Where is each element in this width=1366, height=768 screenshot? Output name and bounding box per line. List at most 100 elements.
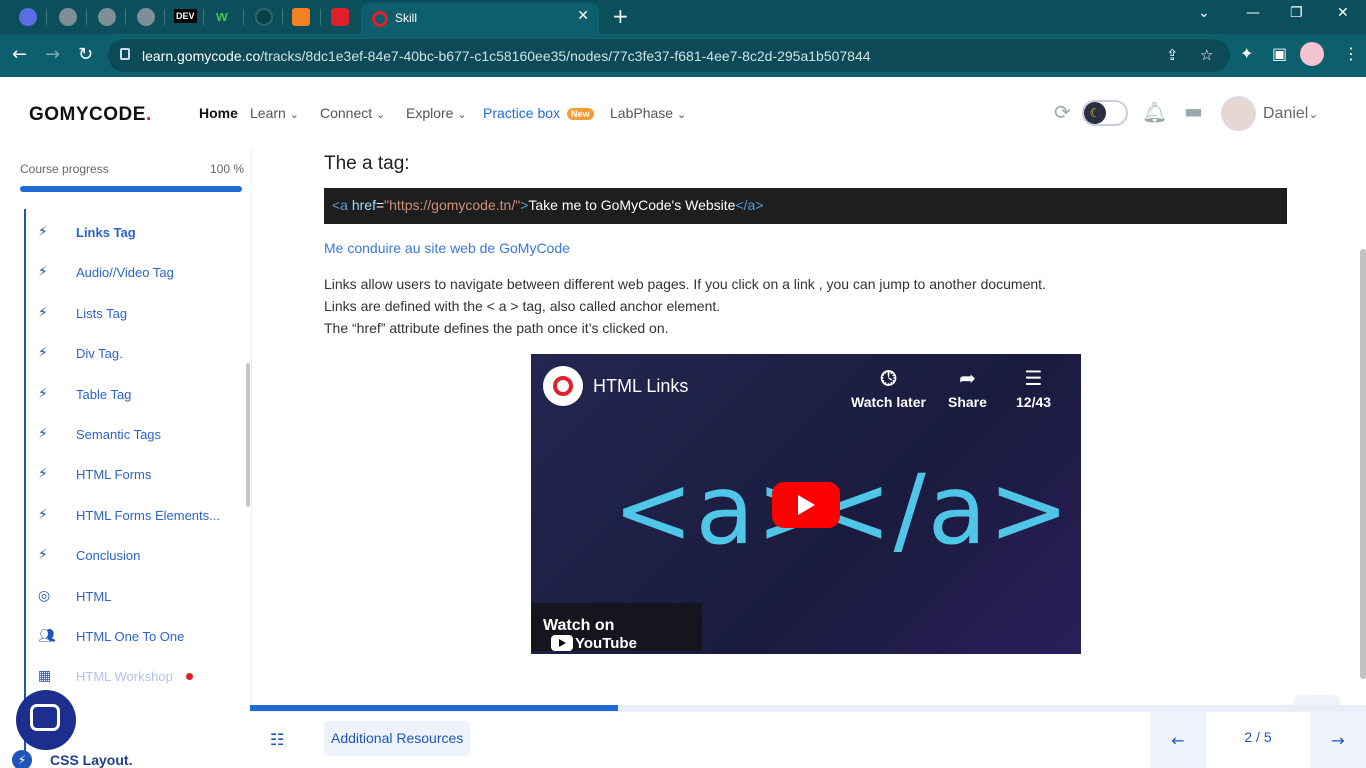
next-button[interactable]: →	[1310, 712, 1366, 768]
sidebar-item-label: HTML One To One	[76, 629, 185, 644]
target-icon: ◎	[38, 587, 51, 604]
forward-button[interactable]: →	[45, 44, 60, 65]
restore-button[interactable]: ❐	[1290, 5, 1303, 21]
share-button[interactable]: ➦ Share	[948, 366, 987, 410]
dev-tab-favicon[interactable]: DEV	[174, 9, 197, 23]
youtube-embed[interactable]: HTML Links 🕓︎ Watch later ➦ Share ☰ 12/43 <…	[531, 354, 1081, 654]
address-bar[interactable]: learn.gomycode.co/tracks/8dc1e3ef-84e7-4…	[108, 39, 1230, 72]
sidebar-item[interactable]: ▦ HTML Workshop	[24, 656, 234, 696]
sidebar-item[interactable]: ⚡︎ HTML Forms	[24, 454, 234, 494]
sidebar-item-label: Table Tag	[76, 386, 132, 402]
channel-logo[interactable]	[543, 366, 583, 406]
people-icon: 👥︎	[38, 628, 56, 644]
url-text[interactable]: learn.gomycode.co/tracks/8dc1e3ef-84e7-4…	[142, 48, 871, 64]
sidebar-item-label: Conclusion	[76, 548, 141, 564]
gomycode-logo[interactable]: GOMYCODE.	[29, 104, 152, 126]
example-link[interactable]: Me conduire au site web de GoMyCode	[324, 240, 570, 256]
globe-icon[interactable]	[98, 8, 116, 26]
content-scrollbar[interactable]	[1360, 249, 1366, 679]
close-icon[interactable]: ✕	[577, 8, 589, 24]
nav-learn[interactable]: Learn ⌄	[250, 105, 299, 121]
globe-icon[interactable]	[137, 8, 155, 26]
bolt-icon: ⚡︎	[38, 385, 48, 402]
nav-explore-label: Explore	[406, 105, 454, 121]
lock-icon[interactable]	[120, 48, 130, 60]
playlist-button[interactable]: ☰ 12/43	[1016, 366, 1051, 410]
reload-button[interactable]: ↻	[78, 44, 93, 65]
bolt-icon: ⚡︎	[38, 506, 48, 523]
workshop-icon: ▦	[38, 668, 52, 685]
nav-explore[interactable]: Explore ⌄	[406, 105, 467, 121]
refresh-icon[interactable]: ⟳	[1054, 100, 1071, 124]
tab-divider	[46, 9, 47, 25]
chat-icon[interactable]: ▬	[1184, 99, 1203, 123]
sidebar-scrollbar[interactable]	[246, 363, 250, 507]
tab-title: Skill	[395, 11, 418, 25]
sidebar-item[interactable]: ⚡︎ Div Tag.	[24, 333, 234, 373]
chevron-down-icon[interactable]: ⌄	[1198, 5, 1210, 21]
chevron-down-icon: ⌄	[457, 108, 467, 121]
tab-favicon[interactable]	[19, 8, 37, 26]
back-button[interactable]: ←	[12, 44, 27, 65]
side-panel-icon[interactable]: ▣	[1272, 44, 1287, 63]
username: Daniel	[1263, 105, 1309, 122]
star-icon[interactable]: ☆	[1200, 46, 1213, 64]
play-button[interactable]	[772, 482, 840, 528]
sidebar-item-label: HTML Workshop	[76, 669, 173, 685]
github-icon[interactable]	[255, 8, 273, 26]
sidebar-item[interactable]: ⚡︎ Semantic Tags	[24, 414, 234, 454]
extensions-icon[interactable]: ✦	[1240, 44, 1253, 63]
chevron-down-icon: ⌄	[676, 108, 687, 121]
sidebar-item[interactable]: ⚡︎ Conclusion	[24, 535, 234, 575]
tab-skill[interactable]: Skill ✕	[361, 3, 599, 34]
logo-text: GOMYCODE	[29, 104, 146, 125]
nav-practice-box[interactable]: Practice box	[483, 105, 560, 121]
sidebar-item[interactable]: ⚡︎ Table Tag	[24, 374, 234, 414]
thumbnail-close-tag: </a>	[811, 454, 1072, 566]
sidebar-item[interactable]: ◎ HTML	[24, 576, 234, 616]
profile-avatar[interactable]	[1300, 42, 1324, 66]
share-page-icon[interactable]: ⇪	[1166, 46, 1179, 64]
chevron-down-icon: ⌄	[376, 108, 386, 121]
new-badge: New	[567, 108, 594, 120]
support-chat-button[interactable]	[16, 690, 76, 750]
watch-on-youtube-button[interactable]: Watch onYouTube	[531, 603, 702, 652]
window-close-button[interactable]: ✕	[1337, 5, 1349, 21]
w-tab-favicon[interactable]: w	[216, 8, 228, 25]
course-progress-bar	[20, 186, 242, 192]
tab-divider	[164, 9, 165, 25]
minimize-button[interactable]: —	[1246, 5, 1260, 21]
additional-resources-button[interactable]: Additional Resources	[324, 721, 471, 756]
user-avatar[interactable]	[1221, 96, 1256, 131]
gomycode-icon	[553, 376, 573, 396]
globe-icon[interactable]	[59, 8, 77, 26]
sidebar-item[interactable]: ⚡︎ HTML Forms Elements...	[24, 495, 234, 535]
stackoverflow-icon[interactable]	[292, 8, 310, 26]
dark-mode-toggle[interactable]: ☾	[1082, 100, 1128, 126]
browser-tab-strip: DEV w Skill ✕ + ⌄ — ❐ ✕	[0, 0, 1366, 34]
chevron-down-icon: ⌄	[289, 108, 299, 121]
bell-icon[interactable]: 🔔︎	[1142, 100, 1167, 124]
nav-labphase[interactable]: LabPhase ⌄	[610, 105, 686, 121]
menu-icon[interactable]: ⋮	[1343, 44, 1359, 63]
previous-button[interactable]: ←	[1150, 712, 1206, 768]
sidebar-item-css-layout[interactable]: ⚡︎ CSS Layout.	[12, 750, 212, 768]
sidebar-item[interactable]: ⚡︎ Links Tag	[24, 212, 234, 252]
browser-toolbar: ← → ↻ learn.gomycode.co/tracks/8dc1e3ef-…	[0, 34, 1366, 77]
list-icon[interactable]: ☷	[270, 730, 284, 749]
bolt-icon: ⚡︎	[38, 547, 48, 564]
tab-divider	[282, 9, 283, 25]
sidebar-item[interactable]: ⚡︎ Lists Tag	[24, 293, 234, 333]
nav-connect[interactable]: Connect ⌄	[320, 105, 385, 121]
watch-later-button[interactable]: 🕓︎ Watch later	[851, 366, 926, 410]
user-menu[interactable]: Daniel⌄	[1263, 105, 1318, 123]
new-tab-button[interactable]: +	[612, 4, 629, 28]
nav-home[interactable]: Home	[199, 105, 238, 121]
video-title[interactable]: HTML Links	[593, 376, 688, 397]
chat-bubble-icon	[30, 704, 60, 731]
page-indicator: 2 / 5	[1244, 729, 1272, 745]
sidebar-item[interactable]: ⚡︎ Audio//Video Tag	[24, 252, 234, 292]
sidebar-item[interactable]: 👥︎ HTML One To One	[24, 616, 234, 656]
gomycode-icon[interactable]	[331, 8, 349, 26]
nav-learn-label: Learn	[250, 105, 286, 121]
